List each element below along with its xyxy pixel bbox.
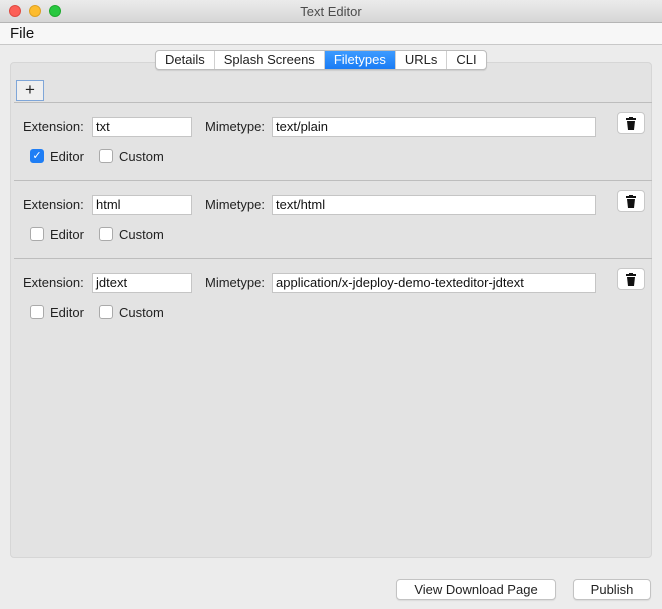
- filetype-row: Extension: txt Mimetype: text/plain ✓ Ed…: [10, 103, 652, 181]
- editor-label: Editor: [50, 227, 84, 242]
- tab-details[interactable]: Details: [156, 51, 215, 69]
- mimetype-label: Mimetype:: [205, 197, 265, 212]
- delete-filetype-button[interactable]: [617, 268, 645, 290]
- extension-input[interactable]: txt: [92, 117, 192, 137]
- editor-checkbox[interactable]: ✓: [30, 149, 44, 163]
- mimetype-input[interactable]: text/html: [272, 195, 596, 215]
- delete-filetype-button[interactable]: [617, 190, 645, 212]
- mimetype-input[interactable]: text/plain: [272, 117, 596, 137]
- extension-label: Extension:: [23, 119, 84, 134]
- view-download-page-button[interactable]: View Download Page: [396, 579, 556, 600]
- trash-icon: [626, 194, 636, 208]
- tab-filetypes[interactable]: Filetypes: [324, 51, 396, 69]
- tab-cli[interactable]: CLI: [447, 51, 485, 69]
- custom-checkbox[interactable]: [99, 227, 113, 241]
- editor-checkbox[interactable]: [30, 305, 44, 319]
- mimetype-label: Mimetype:: [205, 275, 265, 290]
- menu-file[interactable]: File: [10, 25, 34, 42]
- window-title: Text Editor: [300, 4, 362, 19]
- zoom-window-button[interactable]: [49, 5, 61, 17]
- custom-label: Custom: [119, 305, 164, 320]
- title-bar: Text Editor: [0, 0, 662, 23]
- extension-input[interactable]: html: [92, 195, 192, 215]
- custom-label: Custom: [119, 149, 164, 164]
- mimetype-input[interactable]: application/x-jdeploy-demo-texteditor-jd…: [272, 273, 596, 293]
- filetype-row: Extension: html Mimetype: text/html Edit…: [10, 181, 652, 259]
- publish-button[interactable]: Publish: [573, 579, 651, 600]
- extension-label: Extension:: [23, 197, 84, 212]
- custom-checkbox[interactable]: [99, 149, 113, 163]
- custom-label: Custom: [119, 227, 164, 242]
- editor-label: Editor: [50, 305, 84, 320]
- tab-bar: Details Splash Screens Filetypes URLs CLI: [155, 50, 487, 70]
- trash-icon: [626, 116, 636, 130]
- custom-checkbox[interactable]: [99, 305, 113, 319]
- trash-icon: [626, 272, 636, 286]
- extension-input[interactable]: jdtext: [92, 273, 192, 293]
- add-filetype-button[interactable]: +: [16, 80, 44, 101]
- close-window-button[interactable]: [9, 5, 21, 17]
- menu-bar: File: [0, 23, 662, 45]
- filetype-row: Extension: jdtext Mimetype: application/…: [10, 259, 652, 337]
- delete-filetype-button[interactable]: [617, 112, 645, 134]
- minimize-window-button[interactable]: [29, 5, 41, 17]
- extension-label: Extension:: [23, 275, 84, 290]
- editor-checkbox[interactable]: [30, 227, 44, 241]
- tab-splash-screens[interactable]: Splash Screens: [215, 51, 325, 69]
- editor-label: Editor: [50, 149, 84, 164]
- tab-urls[interactable]: URLs: [396, 51, 448, 69]
- mimetype-label: Mimetype:: [205, 119, 265, 134]
